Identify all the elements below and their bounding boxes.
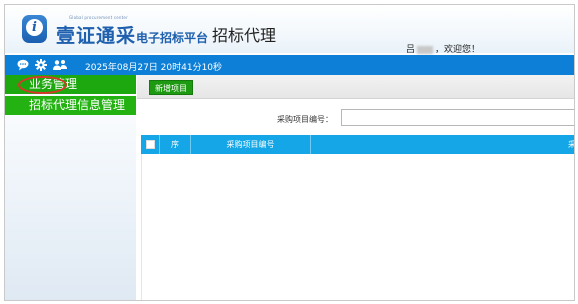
add-project-button[interactable]: 新增项目 — [149, 80, 193, 95]
chat-icon[interactable] — [17, 59, 29, 71]
column-header-procurement[interactable]: 采 — [311, 135, 574, 154]
sidebar-item-agency-info[interactable]: 招标代理信息管理 — [5, 96, 136, 115]
grid-body — [141, 154, 574, 300]
toolbar: 新增项目 — [137, 75, 574, 99]
settings-icon[interactable] — [35, 59, 47, 71]
select-all-cell — [141, 135, 160, 154]
logo-text: 壹证通采 — [56, 25, 137, 47]
user-greeting: 吕 ，欢迎您！ — [406, 42, 480, 55]
main-content: 新增项目 采购项目编号： 序 采购项目编号 采 — [137, 75, 574, 300]
logo-icon: i — [22, 15, 47, 43]
current-datetime: 2025年08月27日 20时41分10秒 — [85, 63, 223, 73]
welcome-text: ，欢迎您！ — [435, 45, 481, 55]
user-name: 吕 — [406, 45, 416, 55]
grid-header: 序 采购项目编号 采 — [141, 135, 574, 154]
sidebar-item-label: 招标代理信息管理 — [29, 98, 126, 112]
column-header-project-number[interactable]: 采购项目编号 — [191, 135, 311, 154]
sidebar: 业务管理 招标代理信息管理 — [5, 75, 136, 300]
logo-subtitle: Global procurement center — [69, 15, 128, 20]
select-all-checkbox[interactable] — [146, 140, 155, 149]
platform-name: 电子招标平台 — [136, 31, 209, 45]
search-label: 采购项目编号： — [277, 115, 333, 124]
redacted-name — [417, 45, 434, 54]
module-title: 招标代理 — [212, 26, 277, 45]
app-window: i Global procurement center 壹证通采 电子招标平台 … — [4, 4, 575, 301]
users-icon[interactable] — [53, 59, 67, 71]
status-bar: 2025年08月27日 20时41分10秒 — [5, 55, 574, 75]
app-header: i Global procurement center 壹证通采 电子招标平台 … — [5, 5, 574, 55]
project-number-input[interactable] — [341, 109, 574, 126]
highlight-circle — [18, 76, 67, 94]
column-header-index[interactable]: 序 — [160, 135, 191, 154]
